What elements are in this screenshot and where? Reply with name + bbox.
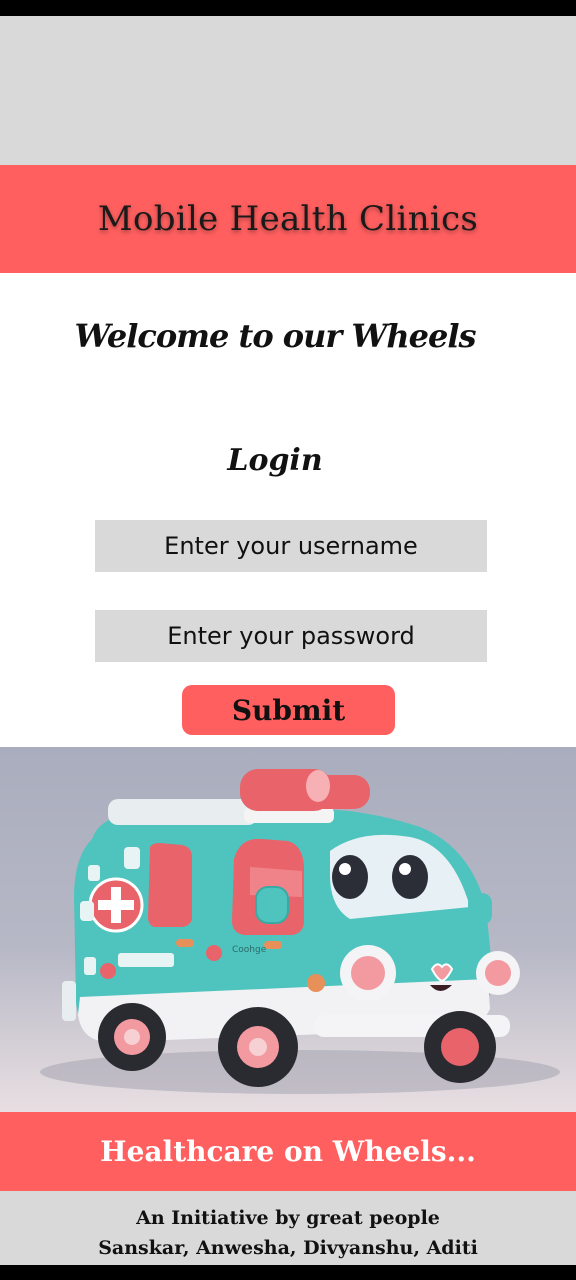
username-input[interactable]	[95, 520, 487, 572]
login-form: Welcome to our Wheels Login Submit	[0, 273, 576, 747]
app-header: Mobile Health Clinics	[0, 165, 576, 273]
footer-initiative: An Initiative by great people	[136, 1207, 440, 1229]
van-label: Coohge	[232, 945, 267, 955]
footer: An Initiative by great people Sanskar, A…	[0, 1191, 576, 1265]
ambulance-illustration: Coohge	[0, 747, 576, 1112]
tagline-text: Healthcare on Wheels...	[100, 1135, 476, 1168]
welcome-heading: Welcome to our Wheels	[74, 317, 477, 355]
bottom-bar	[0, 1265, 576, 1280]
tagline-banner: Healthcare on Wheels...	[0, 1112, 576, 1191]
submit-button[interactable]: Submit	[182, 685, 395, 735]
page-title: Mobile Health Clinics	[97, 199, 479, 239]
login-heading: Login	[227, 443, 323, 478]
status-bar	[0, 0, 576, 16]
password-input[interactable]	[95, 610, 487, 662]
top-spacer	[0, 16, 576, 165]
footer-names: Sanskar, Anwesha, Divyanshu, Aditi	[98, 1237, 478, 1259]
